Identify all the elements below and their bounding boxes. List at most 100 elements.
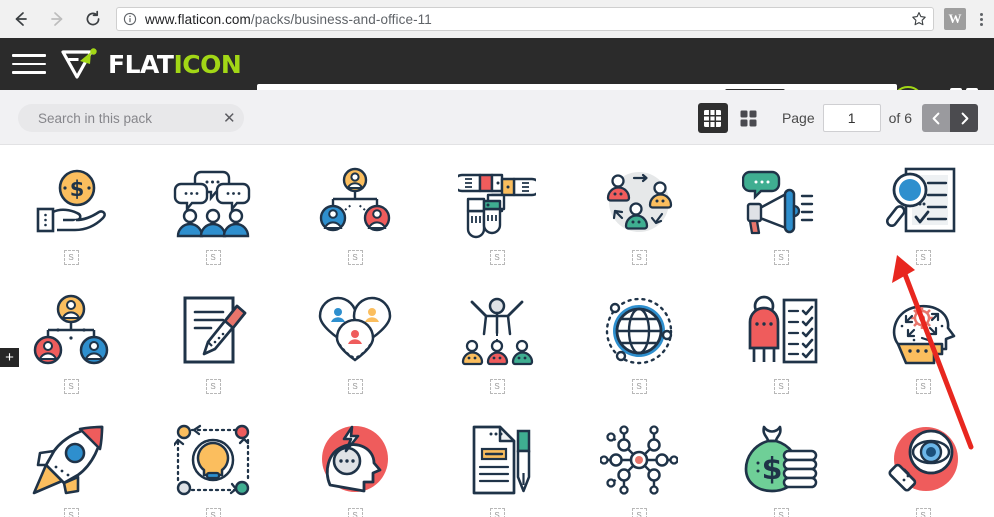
logo-text-icon: ICON [173, 49, 242, 79]
flaticon-logo-mark [61, 48, 97, 79]
icon-card[interactable]: S [852, 144, 994, 273]
icon-grid: $ S S S S S S S S S S S S S S S S S S S … [0, 144, 994, 517]
person-checklist-icon [733, 289, 829, 373]
page-total-label: of 6 [888, 110, 912, 126]
pack-search-input[interactable] [36, 109, 217, 127]
premium-badge: S [915, 508, 931, 517]
icon-card[interactable]: $ S [710, 402, 852, 517]
icon-card[interactable]: S [0, 273, 142, 402]
premium-badge: S [347, 379, 363, 394]
premium-badge: S [63, 250, 79, 265]
site-info-icon[interactable] [123, 12, 137, 26]
premium-badge: S [489, 379, 505, 394]
premium-badge: S [205, 379, 221, 394]
view-and-pagination-controls: Page of 6 [697, 103, 978, 133]
chevron-right-icon [961, 112, 968, 124]
document-pen-edit-icon [165, 289, 261, 373]
icon-card[interactable]: S [284, 402, 426, 517]
magnifier-eye-vision-icon [875, 418, 971, 502]
previous-page-button[interactable] [922, 104, 950, 132]
premium-badge: S [205, 250, 221, 265]
premium-badge: S [773, 508, 789, 517]
grid-large-icon [740, 110, 757, 126]
page-root: www.flaticon.com/packs/business-and-offi… [0, 0, 994, 517]
reload-button[interactable] [78, 4, 108, 34]
flaticon-logo[interactable]: FLATICON [60, 47, 242, 81]
icon-card[interactable]: S [568, 273, 710, 402]
premium-badge: S [489, 508, 505, 517]
url-host: www.flaticon.com [145, 11, 251, 27]
icon-card[interactable]: S [568, 144, 710, 273]
icon-card[interactable]: S [284, 273, 426, 402]
money-bag-coins-icon: $ [733, 418, 829, 502]
premium-badge: S [205, 508, 221, 517]
people-speech-bubbles-icon [165, 160, 261, 244]
rocket-launch-icon [23, 418, 119, 502]
premium-badge: S [347, 250, 363, 265]
back-arrow-icon [15, 12, 27, 26]
forward-button[interactable] [42, 4, 72, 34]
hand-holding-dollar-coin-icon: $ [23, 160, 119, 244]
grid-dense-icon [704, 109, 722, 127]
network-nodes-connection-icon [591, 418, 687, 502]
logo-text-flat: FLAT [108, 49, 174, 79]
premium-badge: S [631, 250, 647, 265]
svg-text:$: $ [762, 452, 783, 487]
premium-badge: S [347, 508, 363, 517]
view-dense-button[interactable] [697, 103, 728, 133]
hamburger-menu-icon[interactable] [12, 54, 46, 74]
lightbulb-idea-cycle-icon [165, 418, 261, 502]
icon-card[interactable]: S [710, 273, 852, 402]
icon-card[interactable]: S [426, 402, 568, 517]
next-page-button[interactable] [950, 104, 978, 132]
megaphone-announcement-icon [733, 160, 829, 244]
extension-icon[interactable]: W [944, 8, 966, 30]
icon-card[interactable]: $ S [0, 144, 142, 273]
icon-card[interactable]: S [142, 144, 284, 273]
premium-badge: S [631, 508, 647, 517]
browser-toolbar: www.flaticon.com/packs/business-and-offi… [0, 0, 994, 39]
icon-card[interactable]: S [142, 273, 284, 402]
premium-badge: S [489, 250, 505, 265]
bookmark-star-icon[interactable] [911, 11, 927, 27]
pack-search-bar[interactable]: ✕ [18, 104, 244, 132]
kebab-menu-icon[interactable] [972, 12, 990, 26]
icon-card[interactable]: S [852, 273, 994, 402]
magnifier-checklist-document-icon [875, 160, 971, 244]
people-location-pins-icon [307, 289, 403, 373]
view-large-button[interactable] [734, 103, 764, 133]
document-pen-highlight-icon [449, 418, 545, 502]
head-brainstorm-flash-icon [307, 418, 403, 502]
icon-card[interactable]: S [284, 144, 426, 273]
premium-badge: S [631, 379, 647, 394]
url-path: /packs/business-and-office-11 [250, 11, 432, 27]
icon-card[interactable]: S [426, 144, 568, 273]
premium-badge: S [63, 508, 79, 517]
premium-badge: S [63, 379, 79, 394]
icon-card[interactable]: S [142, 402, 284, 517]
premium-badge: S [915, 250, 931, 265]
icon-card[interactable]: S [426, 273, 568, 402]
icon-card[interactable]: S [0, 402, 142, 517]
team-hierarchy-icon [307, 160, 403, 244]
leader-team-network-icon [23, 289, 119, 373]
premium-badge: S [915, 379, 931, 394]
page-number-input[interactable] [822, 104, 881, 132]
premium-badge: S [773, 250, 789, 265]
leader-cheering-team-icon [449, 289, 545, 373]
head-gear-thinking-icon [875, 289, 971, 373]
chevron-left-icon [932, 112, 939, 124]
premium-badge: S [773, 379, 789, 394]
icon-card[interactable]: S [568, 402, 710, 517]
logo-wordmark: FLATICON [108, 49, 242, 79]
icon-card[interactable]: S [710, 144, 852, 273]
back-button[interactable] [6, 4, 36, 34]
global-network-globe-icon [591, 289, 687, 373]
site-header: FLATICON Icons Packs [0, 38, 994, 120]
address-bar[interactable]: www.flaticon.com/packs/business-and-offi… [116, 7, 934, 31]
address-bar-text: www.flaticon.com/packs/business-and-offi… [145, 12, 905, 27]
close-icon[interactable]: ✕ [217, 109, 236, 127]
forward-arrow-icon [51, 12, 63, 26]
icon-card[interactable]: S [852, 402, 994, 517]
add-to-collection-button[interactable]: + [0, 348, 19, 367]
